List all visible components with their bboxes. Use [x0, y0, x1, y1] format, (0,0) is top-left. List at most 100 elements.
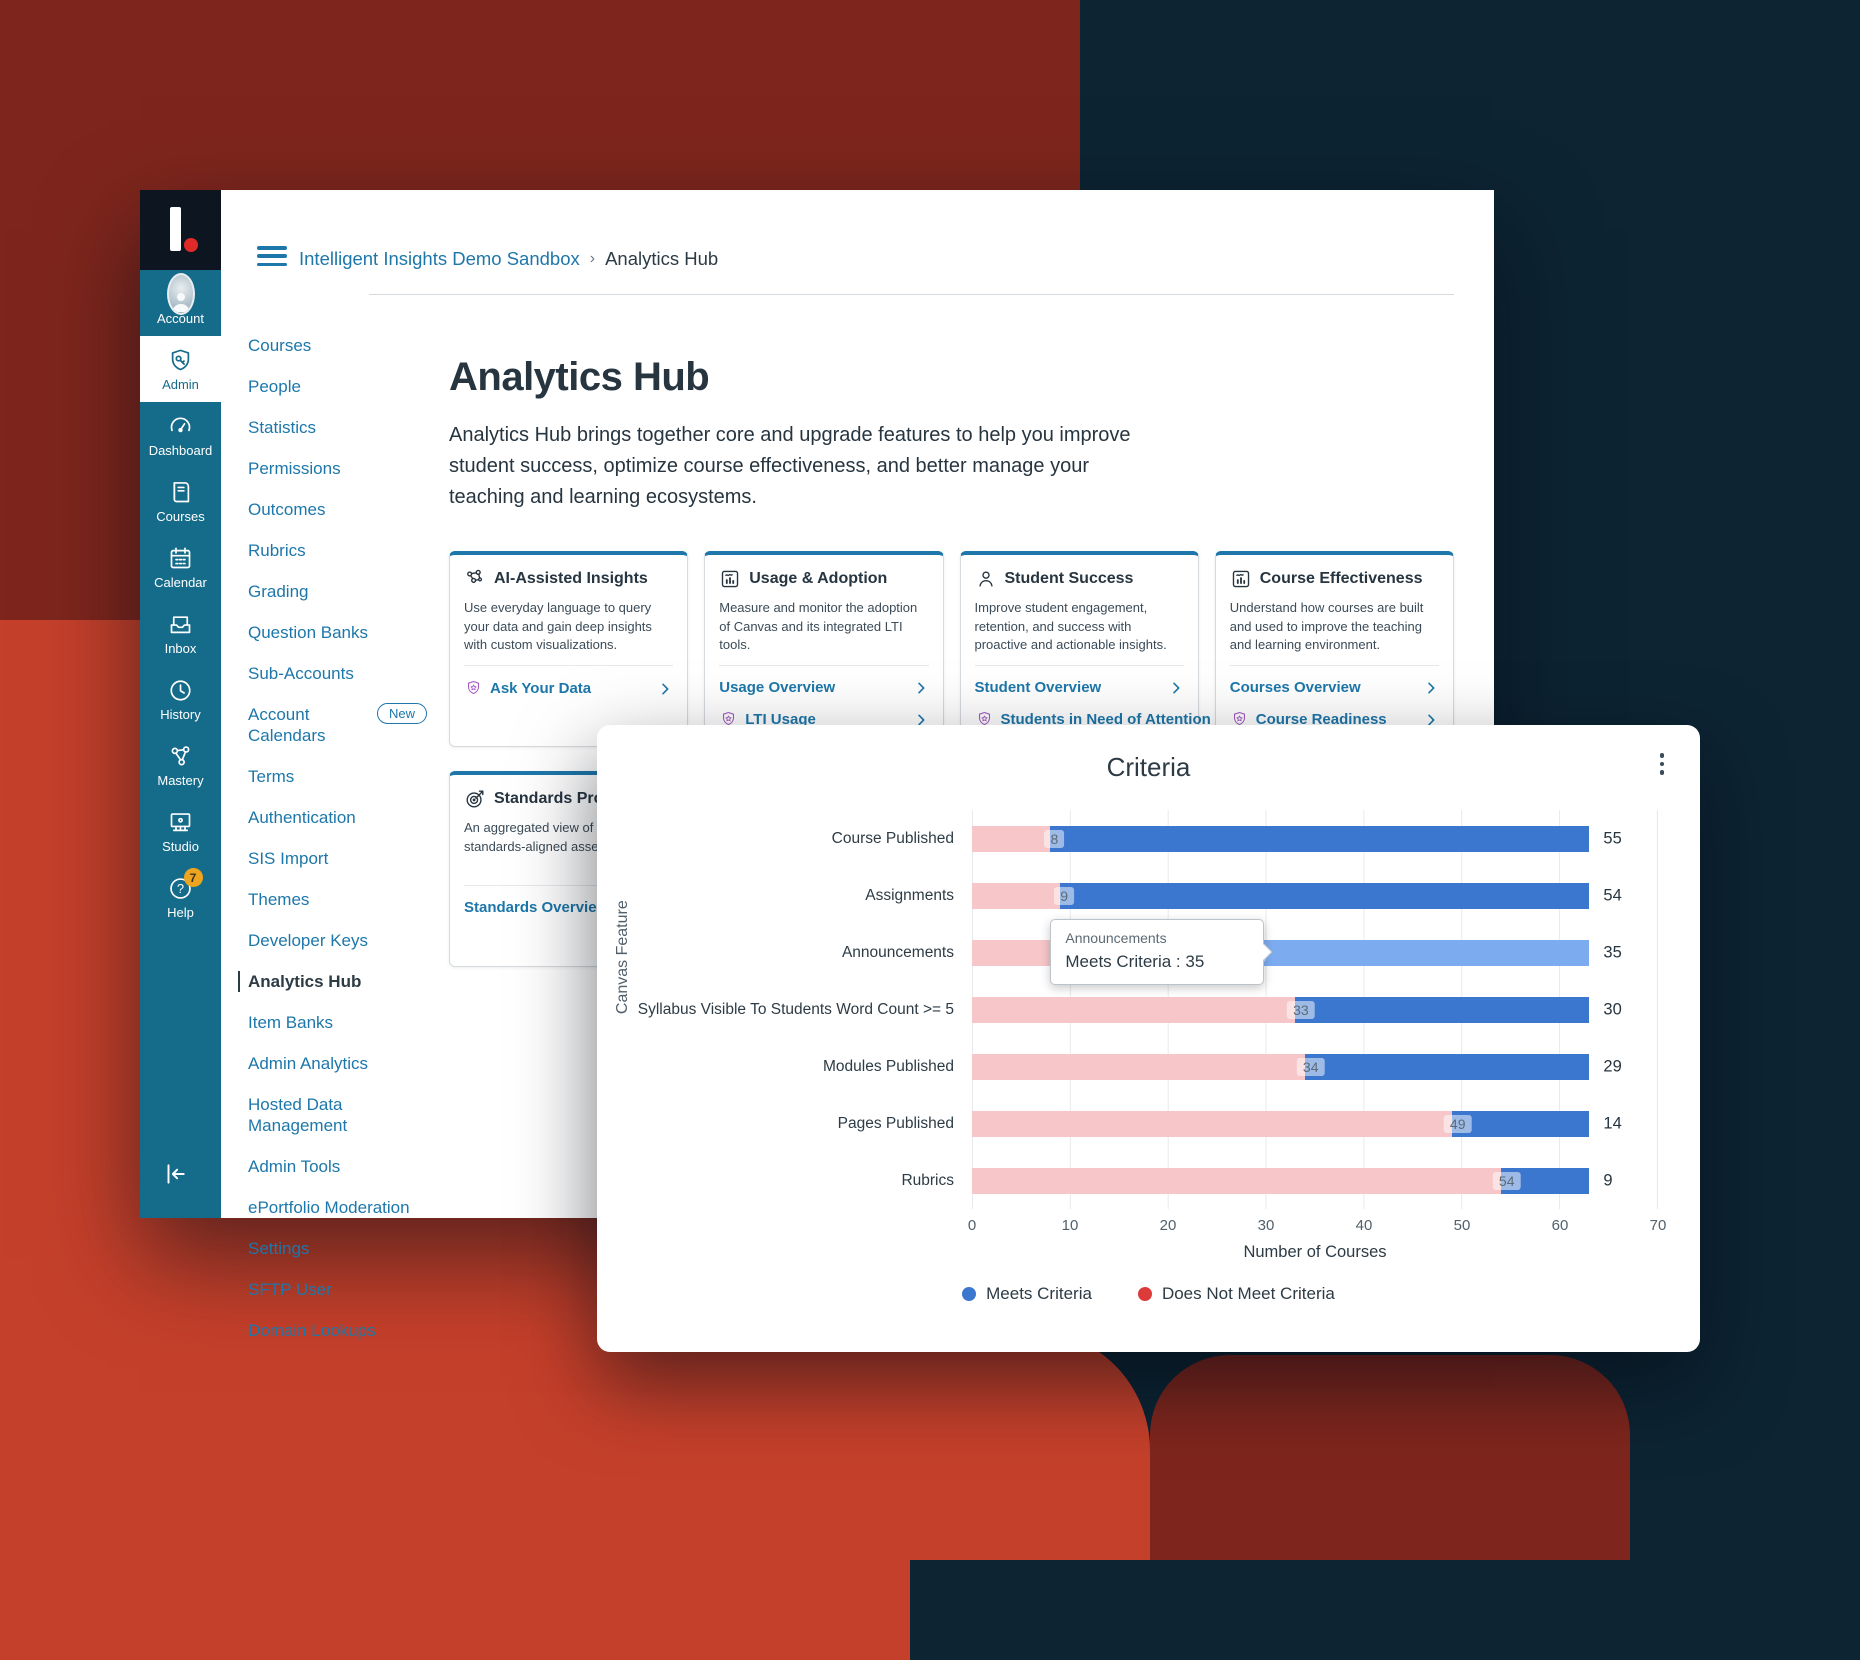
card-link-ask-your-data[interactable]: Ask Your Data — [464, 679, 673, 698]
nav-item-label: Item Banks — [248, 1012, 333, 1033]
rail-item-label: Dashboard — [149, 444, 213, 457]
rail-item-label: Mastery — [157, 774, 203, 787]
bar-meets-criteria[interactable] — [1050, 826, 1589, 852]
rail-item-admin[interactable]: Admin — [140, 336, 221, 402]
nav-item-analytics-hub[interactable]: Analytics Hub — [238, 971, 439, 992]
legend-item-meets-criteria[interactable]: Meets Criteria — [962, 1284, 1092, 1304]
bar-value-label: 35 — [1603, 943, 1621, 962]
rail-item-studio[interactable]: Studio — [140, 798, 221, 864]
card-link-student-overview[interactable]: Student Overview — [975, 679, 1184, 696]
nav-item-sis-import[interactable]: SIS Import — [248, 848, 439, 869]
gauge-icon — [167, 412, 195, 440]
clock-icon — [167, 676, 195, 704]
book-icon — [167, 478, 195, 506]
bar-value-label: 9 — [1603, 1171, 1612, 1190]
category-label: Syllabus Visible To Students Word Count … — [597, 1001, 972, 1019]
bar-junction-label: 34 — [1297, 1058, 1325, 1076]
rail-item-help[interactable]: ?7Help — [140, 864, 221, 930]
nav-item-terms[interactable]: Terms — [248, 766, 439, 787]
bar-value-label: 54 — [1603, 886, 1621, 905]
menu-toggle-button[interactable] — [257, 246, 287, 266]
card-header: Student Success — [975, 568, 1184, 590]
breadcrumb-account-link[interactable]: Intelligent Insights Demo Sandbox — [299, 248, 580, 270]
global-nav-rail: AccountAdmin Dashboard Courses Calendar Inbo… — [140, 270, 221, 1218]
nav-item-grading[interactable]: Grading — [248, 581, 439, 602]
card-description: Understand how courses are built and use… — [1230, 599, 1439, 655]
nav-item-people[interactable]: People — [248, 376, 439, 397]
page-intro: Analytics Hub brings together core and u… — [449, 420, 1141, 513]
legend-item-does-not-meet-criteria[interactable]: Does Not Meet Criteria — [1138, 1284, 1335, 1304]
instructure-logo[interactable] — [140, 190, 221, 270]
nav-item-settings[interactable]: Settings — [248, 1238, 439, 1259]
bar-does-not-meet-criteria[interactable] — [972, 1054, 1305, 1080]
bar-does-not-meet-criteria[interactable] — [972, 1111, 1452, 1137]
nav-item-label: Hosted Data Management — [248, 1094, 413, 1136]
nav-item-question-banks[interactable]: Question Banks — [248, 622, 439, 643]
nav-item-sub-accounts[interactable]: Sub-Accounts — [248, 663, 439, 684]
card-link-usage-overview[interactable]: Usage Overview — [719, 679, 928, 696]
help-badge: 7 — [184, 868, 203, 887]
rail-item-mastery[interactable]: Mastery — [140, 732, 221, 798]
bar-value-label: 14 — [1603, 1114, 1621, 1133]
nav-item-label: Terms — [248, 766, 294, 787]
nav-item-statistics[interactable]: Statistics — [248, 417, 439, 438]
card-usage-adoption: Usage & AdoptionMeasure and monitor the … — [704, 551, 943, 747]
nav-item-admin-tools[interactable]: Admin Tools — [248, 1156, 439, 1177]
bar-meets-criteria[interactable] — [1295, 997, 1589, 1023]
nav-item-label: Courses — [248, 335, 311, 356]
nav-item-hosted-data-management[interactable]: Hosted Data Management — [248, 1094, 439, 1136]
rail-item-history[interactable]: History — [140, 666, 221, 732]
bar-does-not-meet-criteria[interactable] — [972, 826, 1050, 852]
bar-meets-criteria[interactable] — [1060, 883, 1589, 909]
top-bar: Intelligent Insights Demo Sandbox › Anal… — [221, 190, 1494, 295]
nav-item-sftp-user[interactable]: SFTP User — [248, 1279, 439, 1300]
chart-row-rubrics: Rubrics549 — [597, 1152, 1700, 1209]
chart-legend: Meets Criteria Does Not Meet Criteria — [597, 1284, 1700, 1304]
bar-value-label: 29 — [1603, 1057, 1621, 1076]
bar-does-not-meet-criteria[interactable] — [972, 997, 1295, 1023]
nav-item-admin-analytics[interactable]: Admin Analytics — [248, 1053, 439, 1074]
rail-item-courses[interactable]: Courses — [140, 468, 221, 534]
category-label: Pages Published — [597, 1115, 972, 1133]
breadcrumb-current: Analytics Hub — [605, 248, 718, 270]
rail-item-label: Calendar — [154, 576, 207, 589]
card-link-label: Student Overview — [975, 679, 1102, 696]
x-tick-label: 40 — [1356, 1217, 1373, 1234]
nav-item-themes[interactable]: Themes — [248, 889, 439, 910]
collapse-sidebar-button[interactable] — [140, 1161, 221, 1218]
nav-item-account-calendars[interactable]: Account CalendarsNew — [248, 704, 439, 746]
chart-row-course-published: Course Published855 — [597, 810, 1700, 867]
nav-item-permissions[interactable]: Permissions — [248, 458, 439, 479]
category-label: Rubrics — [597, 1172, 972, 1190]
nav-item-rubrics[interactable]: Rubrics — [248, 540, 439, 561]
bar-junction-label: 9 — [1054, 887, 1074, 905]
nav-item-eportfolio-moderation[interactable]: ePortfolio Moderation — [248, 1197, 439, 1218]
chevron-right-icon — [913, 680, 929, 696]
card-link-courses-overview[interactable]: Courses Overview — [1230, 679, 1439, 696]
card-header: AI-Assisted Insights — [464, 568, 673, 590]
bar-does-not-meet-criteria[interactable] — [972, 1168, 1501, 1194]
card-link-label: Ask Your Data — [490, 680, 591, 697]
bar-meets-criteria[interactable] — [1452, 1111, 1589, 1137]
nav-item-courses[interactable]: Courses — [248, 335, 439, 356]
bar-meets-criteria[interactable] — [1246, 940, 1589, 966]
x-axis-ticks: 010203040506070 — [972, 1213, 1658, 1239]
bar-does-not-meet-criteria[interactable] — [972, 883, 1060, 909]
nav-item-domain-lookups[interactable]: Domain Lookups — [248, 1320, 439, 1341]
nav-item-item-banks[interactable]: Item Banks — [248, 1012, 439, 1033]
chart-box-icon — [719, 568, 741, 590]
nav-item-outcomes[interactable]: Outcomes — [248, 499, 439, 520]
bar-meets-criteria[interactable] — [1305, 1054, 1589, 1080]
rail-item-dashboard[interactable]: Dashboard — [140, 402, 221, 468]
rail-item-calendar[interactable]: Calendar — [140, 534, 221, 600]
nav-item-authentication[interactable]: Authentication — [248, 807, 439, 828]
nav-item-label: Permissions — [248, 458, 341, 479]
nav-item-label: Authentication — [248, 807, 356, 828]
rail-item-account[interactable]: Account — [140, 270, 221, 336]
nav-item-label: Statistics — [248, 417, 316, 438]
rail-item-inbox[interactable]: Inbox — [140, 600, 221, 666]
nav-item-label: Question Banks — [248, 622, 368, 643]
target-icon — [464, 788, 486, 810]
nav-item-developer-keys[interactable]: Developer Keys — [248, 930, 439, 951]
kebab-menu-button[interactable] — [1656, 749, 1669, 779]
